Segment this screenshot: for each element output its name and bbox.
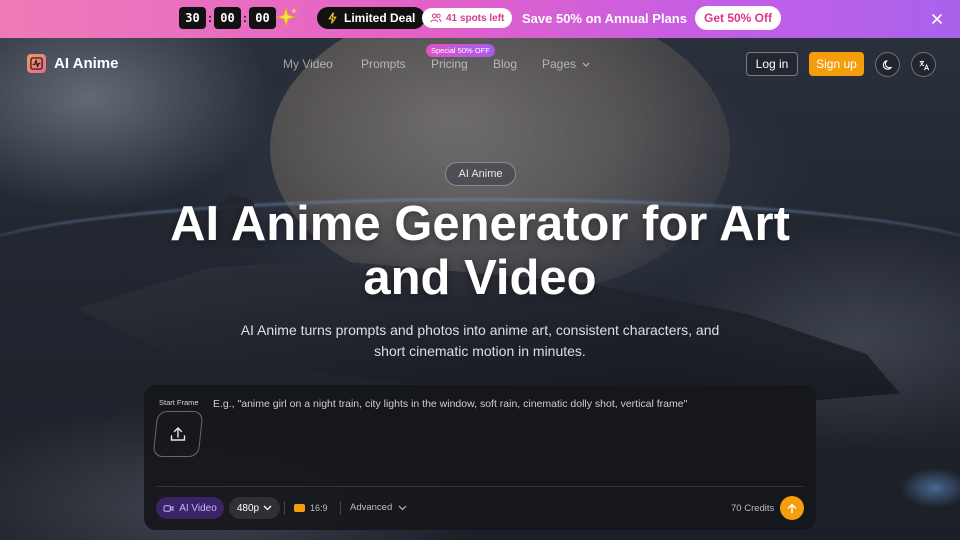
- promo-save-text: Save 50% on Annual Plans: [522, 11, 687, 26]
- translate-icon: [918, 60, 929, 70]
- brand-logo-icon[interactable]: [27, 54, 46, 73]
- ai-video-mode-button[interactable]: AI Video: [156, 497, 224, 519]
- prompt-composer: Start Frame E.g., "anime girl on a night…: [144, 385, 816, 530]
- lightning-icon: [328, 12, 337, 24]
- timer-separator: :: [243, 11, 247, 25]
- top-navigation: AI Anime My Video Prompts Special 50% OF…: [0, 38, 960, 90]
- video-camera-icon: [163, 504, 174, 512]
- timer-hours: 30: [179, 7, 206, 29]
- generate-button[interactable]: [780, 496, 804, 520]
- aspect-ratio-value: 16:9: [310, 503, 328, 513]
- pricing-discount-badge: Special 50% OFF: [426, 44, 495, 57]
- resolution-value: 480p: [236, 502, 260, 514]
- nav-link-pricing[interactable]: Pricing: [431, 57, 468, 71]
- signup-button[interactable]: Sign up: [809, 52, 864, 76]
- arrow-up-icon: [787, 503, 797, 514]
- nav-link-pages-label: Pages: [542, 57, 577, 71]
- nav-link-my-video[interactable]: My Video: [283, 57, 333, 71]
- aspect-ratio-select[interactable]: 16:9: [294, 503, 328, 513]
- timer-seconds: 00: [249, 7, 276, 29]
- hero-subtitle: AI Anime turns prompts and photos into a…: [200, 320, 760, 362]
- credits-cost: 70 Credits: [731, 503, 775, 514]
- limited-deal-badge: Limited Deal: [317, 7, 426, 29]
- advanced-label: Advanced: [350, 502, 393, 513]
- start-frame-label: Start Frame: [159, 398, 199, 407]
- resolution-select[interactable]: 480p: [229, 497, 280, 519]
- hero-subtitle-line-1: AI Anime turns prompts and photos into a…: [240, 322, 720, 338]
- nav-link-blog[interactable]: Blog: [493, 57, 517, 71]
- get-50-off-button[interactable]: Get 50% Off: [695, 6, 781, 30]
- hero-category-pill: AI Anime: [445, 162, 516, 186]
- language-button[interactable]: [911, 52, 936, 77]
- toolbar-separator: [284, 501, 285, 515]
- spots-left-label: 41 spots left: [446, 12, 505, 24]
- close-icon[interactable]: [929, 11, 945, 27]
- chevron-down-icon: [582, 62, 590, 67]
- upload-icon: [170, 427, 186, 441]
- advanced-options-button[interactable]: Advanced: [350, 502, 407, 513]
- hero-subtitle-line-2: short cinematic motion in minutes.: [374, 343, 586, 359]
- theme-toggle-button[interactable]: [875, 52, 900, 77]
- timer-separator: :: [208, 11, 212, 25]
- chevron-down-icon: [263, 505, 272, 511]
- nav-link-pages[interactable]: Pages: [542, 57, 590, 71]
- hero-title: AI Anime Generator for Art and Video: [0, 197, 960, 305]
- login-button[interactable]: Log in: [746, 52, 798, 76]
- timer-minutes: 00: [214, 7, 241, 29]
- ai-video-label: AI Video: [179, 502, 217, 514]
- hero-title-line-1: AI Anime Generator for Art: [170, 197, 790, 251]
- moon-icon: [882, 59, 892, 70]
- users-icon: [430, 13, 442, 23]
- promo-banner: 30 : 00 : 00 Limited Deal 41 spots left …: [0, 0, 960, 38]
- toolbar-separator: [340, 501, 341, 515]
- start-frame-upload[interactable]: [152, 411, 204, 457]
- composer-divider: [156, 486, 804, 487]
- spots-left-badge: 41 spots left: [422, 8, 513, 28]
- limited-deal-label: Limited Deal: [344, 11, 416, 25]
- countdown-timer: 30 : 00 : 00: [179, 7, 276, 29]
- prompt-input[interactable]: E.g., "anime girl on a night train, city…: [213, 398, 803, 410]
- hero-title-line-2: and Video: [363, 251, 597, 305]
- aspect-ratio-icon: [294, 504, 305, 512]
- chevron-down-icon: [398, 505, 407, 510]
- brand-name[interactable]: AI Anime: [54, 55, 118, 72]
- nav-link-prompts[interactable]: Prompts: [361, 57, 406, 71]
- sparkle-icon: [275, 6, 297, 28]
